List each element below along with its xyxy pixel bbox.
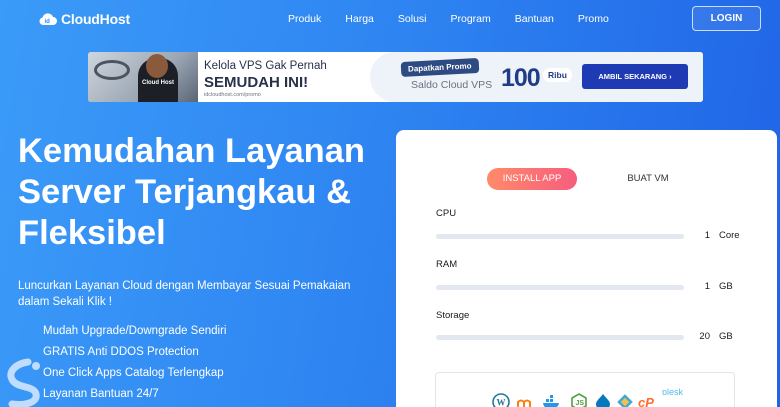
ram-label: RAM	[436, 259, 458, 270]
storage-value: 20	[699, 331, 710, 342]
app-catalog: W JS cP plesk	[435, 372, 735, 407]
nodejs-icon[interactable]: JS	[570, 393, 588, 407]
banner-decor	[94, 60, 130, 80]
feature-list: Mudah Upgrade/Downgrade Sendiri GRATIS A…	[43, 324, 226, 407]
promo-banner[interactable]: Cloud Host Kelola VPS Gak Pernah SEMUDAH…	[88, 52, 703, 102]
feature-item: Mudah Upgrade/Downgrade Sendiri	[43, 325, 227, 337]
banner-url: idcloudhost.com/promo	[204, 92, 261, 98]
git-icon[interactable]	[616, 393, 634, 407]
docker-icon[interactable]	[542, 393, 562, 407]
cpu-unit: Core	[719, 230, 740, 241]
claim-promo-button[interactable]: AMBIL SEKARANG ›	[582, 64, 688, 89]
menu-item-program[interactable]: Program	[451, 13, 491, 25]
banner-headline: Kelola VPS Gak Pernah	[204, 60, 327, 72]
cpu-label: CPU	[436, 208, 457, 219]
cpu-value: 1	[704, 230, 710, 241]
menu-item-promo[interactable]: Promo	[578, 13, 609, 25]
moodle-icon[interactable]	[516, 393, 534, 407]
svg-text:W: W	[497, 398, 506, 407]
wordpress-icon[interactable]: W	[492, 393, 510, 407]
tab-create-vm[interactable]: BUAT VM	[608, 168, 688, 190]
plesk-icon[interactable]: plesk	[662, 385, 688, 399]
svg-text:cP: cP	[638, 395, 654, 407]
feature-item: One Click Apps Catalog Terlengkap	[43, 367, 224, 379]
navbar: id CloudHost Produk Harga Solusi Program…	[0, 0, 780, 40]
cpu-slider[interactable]	[436, 234, 684, 239]
cloud-logo-icon: id	[39, 13, 57, 25]
menu-item-bantuan[interactable]: Bantuan	[515, 13, 554, 25]
storage-label: Storage	[436, 310, 470, 321]
cpanel-icon[interactable]: cP	[638, 393, 660, 407]
logo-text: CloudHost	[61, 11, 130, 27]
svg-text:Cloud Host: Cloud Host	[142, 80, 174, 86]
hero-subtitle: Luncurkan Layanan Cloud dengan Membayar …	[18, 280, 351, 308]
svg-text:JS: JS	[576, 400, 585, 407]
menu-item-harga[interactable]: Harga	[345, 13, 374, 25]
storage-unit: GB	[719, 331, 733, 342]
logo[interactable]: id CloudHost	[38, 11, 130, 27]
main-menu: Produk Harga Solusi Program Bantuan Prom…	[288, 13, 633, 25]
menu-item-produk[interactable]: Produk	[288, 13, 321, 25]
promo-subtitle: Saldo Cloud VPS	[411, 79, 493, 91]
feature-item: GRATIS Anti DDOS Protection	[43, 346, 199, 358]
ram-value: 1	[704, 281, 710, 292]
tab-install-app[interactable]: INSTALL APP	[487, 168, 577, 190]
menu-item-solusi[interactable]: Solusi	[398, 13, 427, 25]
decorative-swirl-icon	[7, 358, 40, 407]
ram-slider[interactable]	[436, 285, 684, 290]
promo-unit: Ribu	[543, 68, 572, 82]
login-button[interactable]: LOGIN	[692, 6, 761, 31]
banner-tagline: SEMUDAH INI!	[204, 74, 309, 91]
svg-text:plesk: plesk	[662, 387, 684, 397]
storage-slider[interactable]	[436, 335, 684, 340]
svg-text:id: id	[45, 19, 51, 25]
feature-item: Layanan Bantuan 24/7	[43, 388, 159, 400]
drupal-icon[interactable]	[594, 393, 612, 407]
hero-title: Kemudahan Layanan Server Terjangkau & Fl…	[18, 132, 366, 252]
banner-head	[146, 54, 168, 78]
server-config-card: INSTALL APP BUAT VM CPU 1 Core RAM 1 GB …	[396, 130, 777, 407]
ram-unit: GB	[719, 281, 733, 292]
promo-amount: 100	[501, 64, 541, 92]
banner-photo: Cloud Host	[88, 52, 198, 102]
